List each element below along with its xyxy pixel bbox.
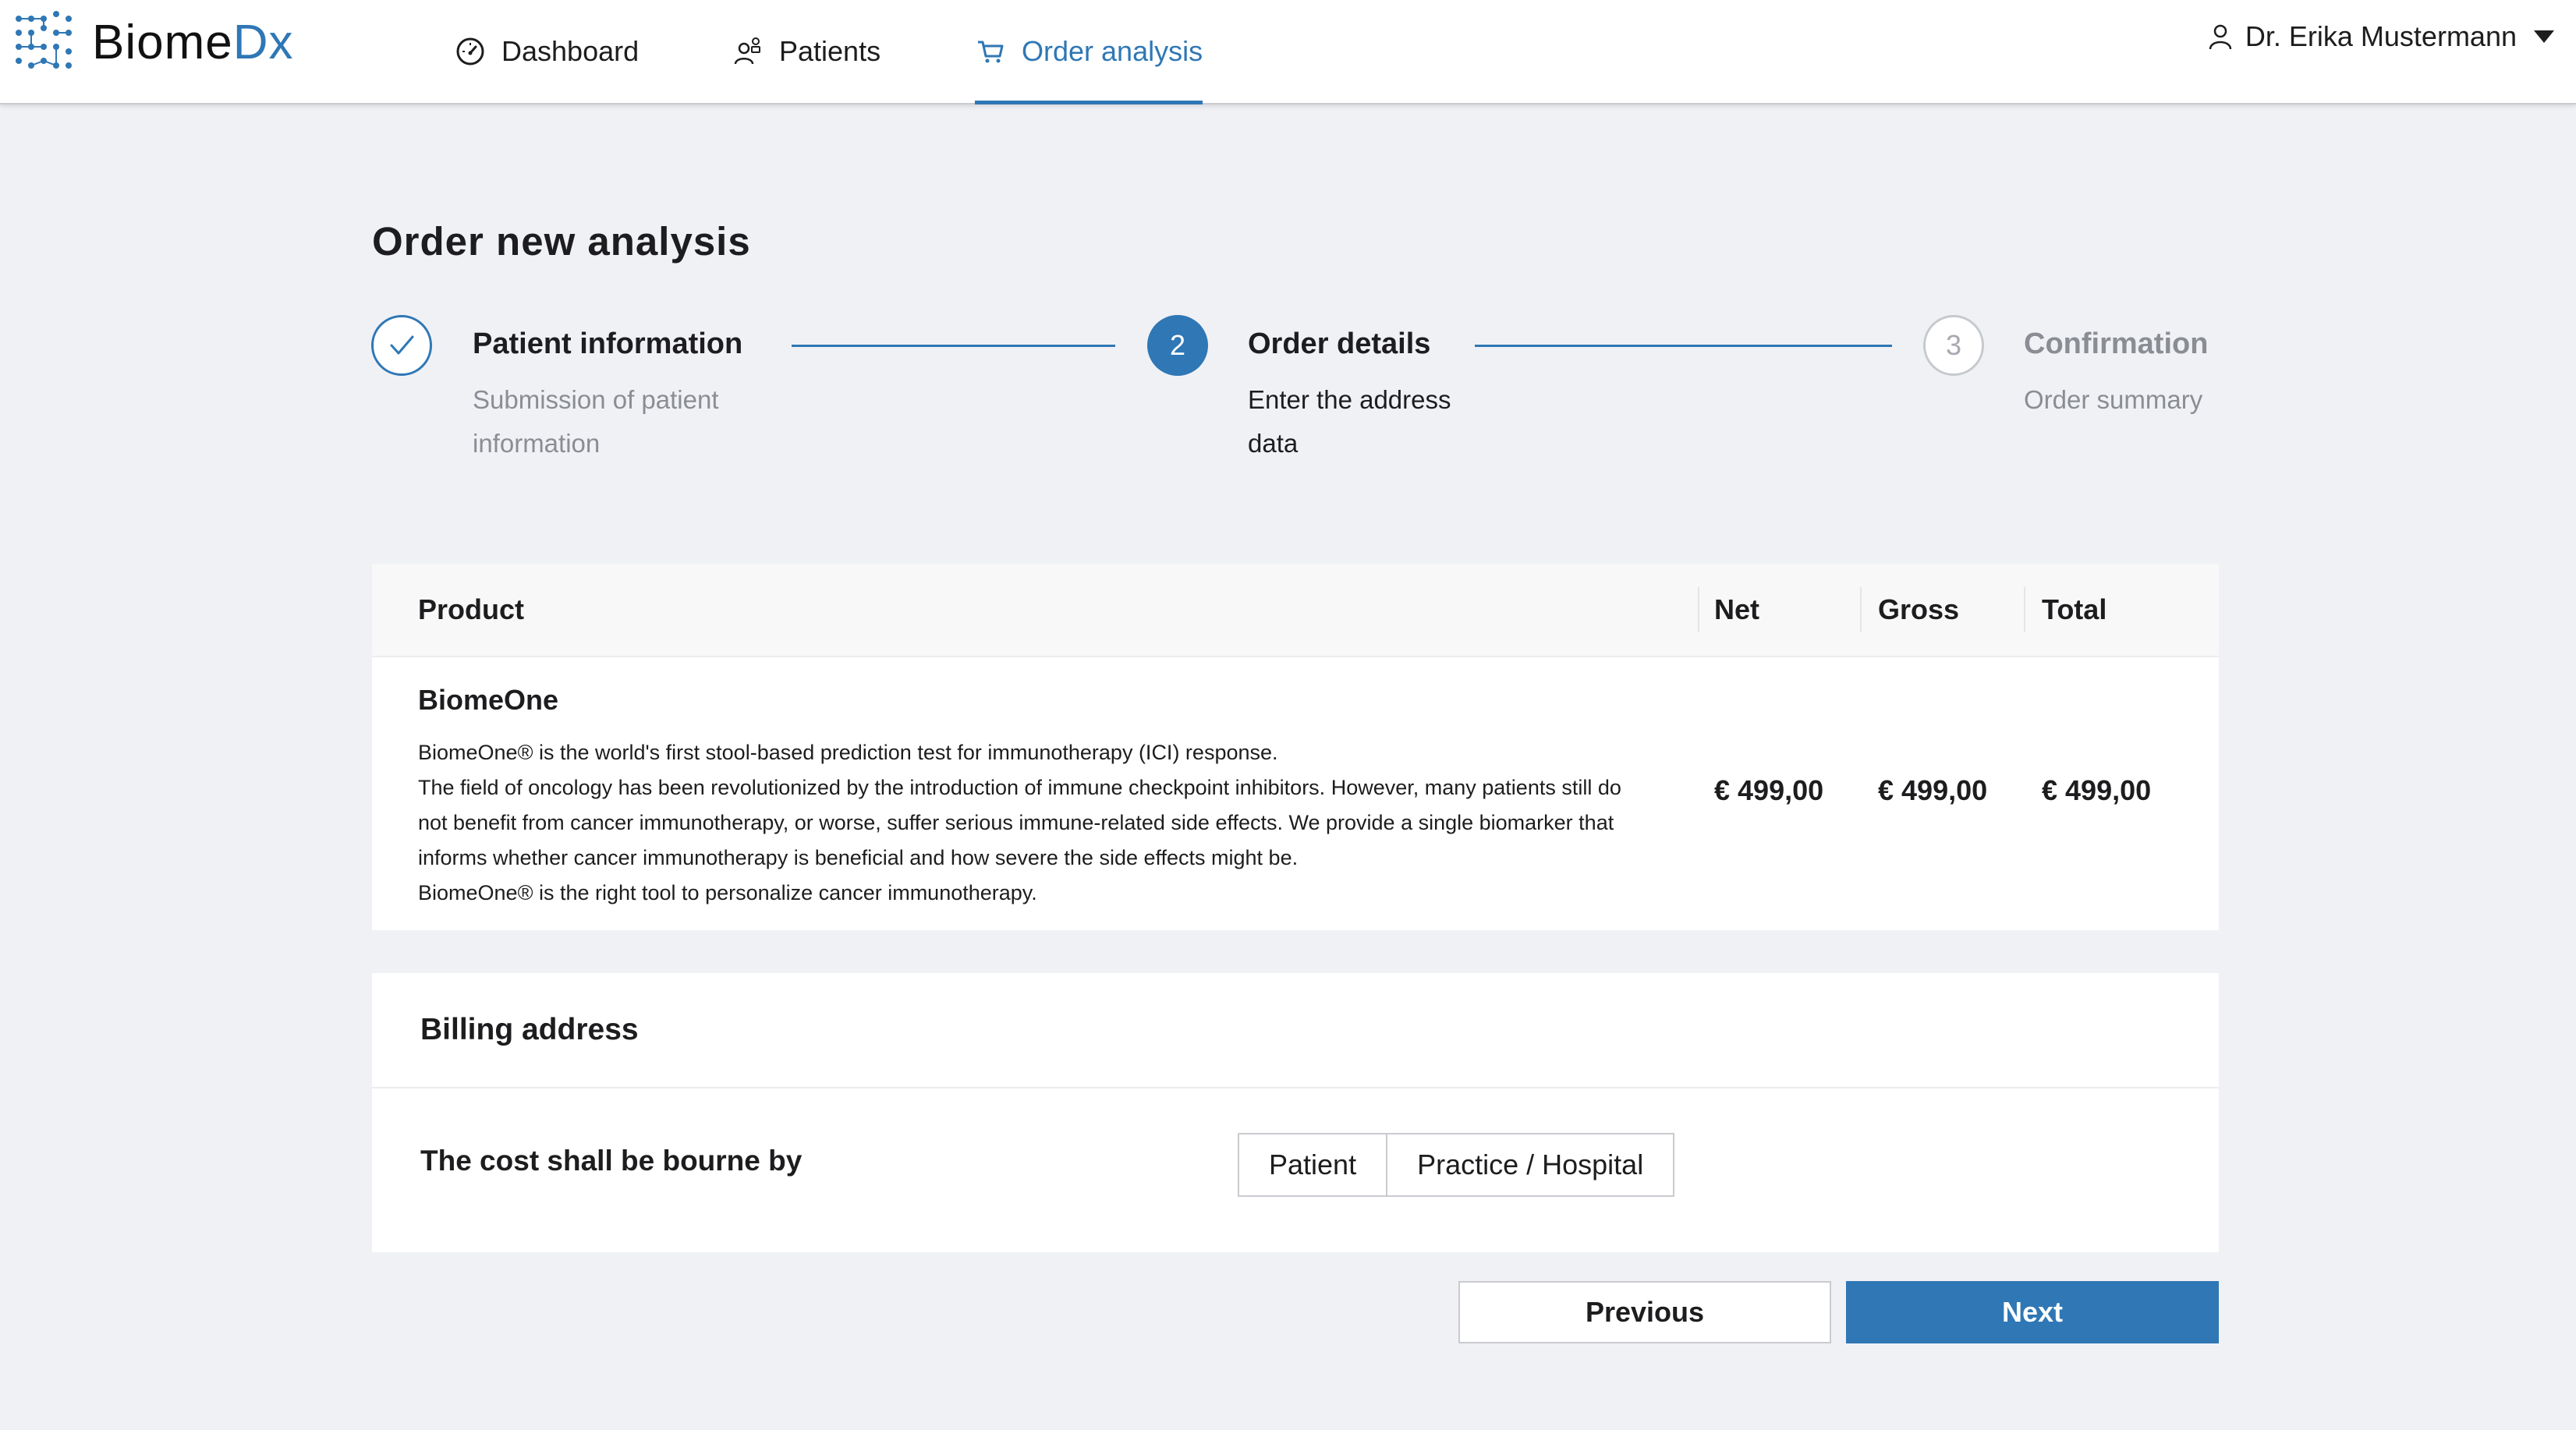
user-name: Dr. Erika Mustermann bbox=[2245, 20, 2517, 52]
price-net: € 499,00 bbox=[1714, 774, 1824, 806]
nav-dashboard[interactable]: Dashboard bbox=[455, 0, 639, 103]
price-gross: € 499,00 bbox=[1878, 774, 1988, 806]
brand-logo[interactable]: BiomeDx bbox=[11, 9, 294, 75]
step-2-marker: 2 bbox=[1147, 315, 1208, 376]
step-1-subtitle-line1: Submission of patient bbox=[473, 385, 719, 414]
billing-address-card: Billing address The cost shall be bourne… bbox=[372, 973, 2219, 1252]
step-3-marker: 3 bbox=[1923, 315, 1984, 376]
column-divider bbox=[1860, 587, 1862, 632]
product-description-line: The field of oncology has been revolutio… bbox=[418, 776, 1621, 869]
user-icon bbox=[2209, 24, 2232, 50]
step-2-title: Order details bbox=[1248, 327, 1431, 360]
user-menu[interactable]: Dr. Erika Mustermann bbox=[2206, 0, 2554, 73]
product-description-line: BiomeOne® is the right tool to personali… bbox=[418, 881, 1037, 904]
next-button[interactable]: Next bbox=[1846, 1281, 2219, 1343]
billing-divider bbox=[372, 1087, 2219, 1088]
column-divider bbox=[2024, 587, 2025, 632]
cost-bearer-label: The cost shall be bourne by bbox=[420, 1145, 803, 1177]
nav-patients-label: Patients bbox=[779, 35, 881, 67]
chevron-down-icon bbox=[2534, 30, 2554, 43]
product-description-line: BiomeOne® is the world's first stool-bas… bbox=[418, 741, 1278, 764]
column-divider bbox=[1698, 587, 1699, 632]
checkmark-icon bbox=[390, 335, 414, 355]
product-description: BiomeOne® is the world's first stool-bas… bbox=[418, 735, 1650, 911]
brand-name-part1: Biome bbox=[92, 15, 233, 69]
speedometer-icon bbox=[456, 37, 484, 65]
biomedx-logo-icon bbox=[16, 11, 72, 69]
price-total: € 499,00 bbox=[2042, 774, 2152, 806]
previous-button[interactable]: Previous bbox=[1458, 1281, 1831, 1343]
nav-patients[interactable]: Patients bbox=[732, 0, 881, 103]
step-1-marker bbox=[371, 315, 432, 376]
cost-bearer-toggle: Patient Practice / Hospital bbox=[1238, 1133, 1675, 1197]
step-connector-1 bbox=[792, 345, 1115, 347]
page-title: Order new analysis bbox=[372, 219, 751, 264]
cost-bearer-practice-button[interactable]: Practice / Hospital bbox=[1386, 1134, 1673, 1195]
column-header-gross: Gross bbox=[1878, 593, 1960, 625]
step-2-subtitle-line1: Enter the address bbox=[1248, 385, 1451, 414]
patients-icon bbox=[734, 37, 760, 65]
product-table-header: Product Net Gross Total bbox=[372, 564, 2219, 657]
cost-bearer-patient-button[interactable]: Patient bbox=[1239, 1134, 1386, 1195]
column-header-product: Product bbox=[418, 593, 525, 625]
nav-order-analysis[interactable]: Order analysis bbox=[975, 0, 1203, 104]
top-navigation-bar: BiomeDx Dashboard Patients Order analysi… bbox=[0, 0, 2576, 104]
brand-name-part2: Dx bbox=[232, 15, 294, 69]
product-name: BiomeOne bbox=[418, 684, 559, 716]
step-3-subtitle-line1: Order summary bbox=[2024, 385, 2203, 414]
step-connector-2 bbox=[1475, 345, 1892, 347]
step-1-subtitle-line2: information bbox=[473, 429, 601, 458]
nav-dashboard-label: Dashboard bbox=[501, 35, 640, 67]
brand-name: BiomeDx bbox=[92, 15, 294, 70]
nav-order-analysis-label: Order analysis bbox=[1022, 35, 1203, 67]
column-header-total: Total bbox=[2042, 593, 2107, 625]
step-1-title: Patient information bbox=[473, 327, 743, 360]
step-3-title: Confirmation bbox=[2024, 327, 2209, 360]
billing-address-title: Billing address bbox=[420, 1013, 639, 1046]
cart-icon bbox=[978, 41, 1004, 63]
product-table: Product Net Gross Total BiomeOne BiomeOn… bbox=[372, 564, 2219, 930]
step-2-subtitle-line2: data bbox=[1248, 429, 1299, 458]
column-header-net: Net bbox=[1714, 593, 1760, 625]
